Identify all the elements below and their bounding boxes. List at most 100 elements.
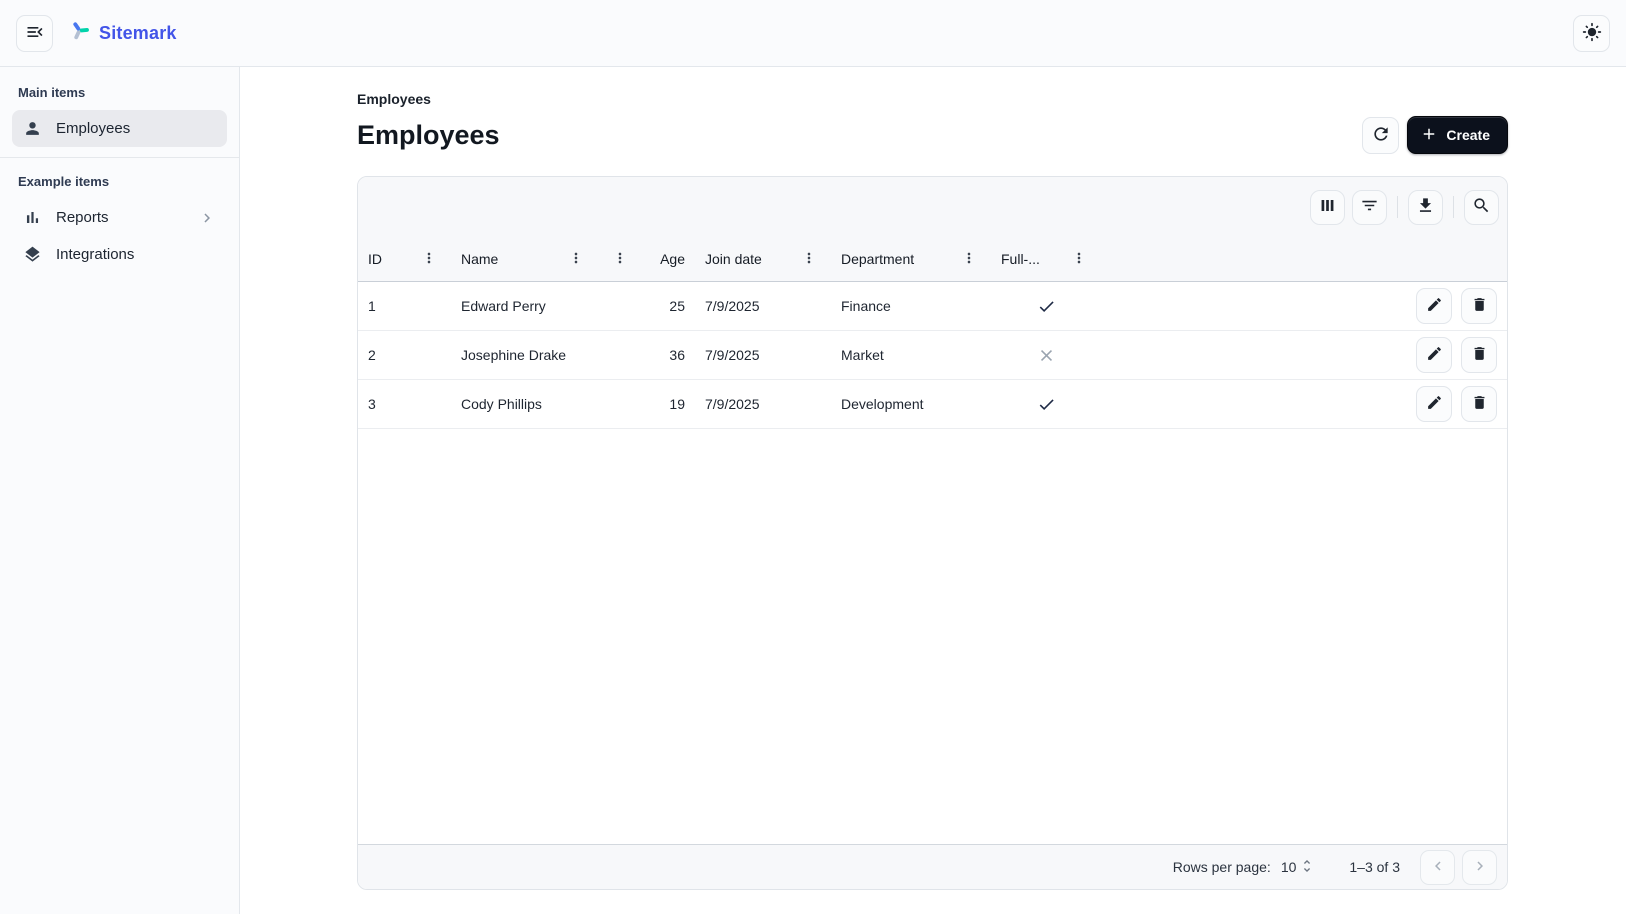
columns-button[interactable] — [1310, 190, 1345, 225]
table-row[interactable]: 2 Josephine Drake 36 7/9/2025 Market — [358, 331, 1507, 380]
cell-age: 19 — [598, 396, 695, 412]
cell-department: Market — [831, 347, 991, 363]
edit-row-button[interactable] — [1416, 386, 1452, 422]
sidebar-item-reports[interactable]: Reports — [12, 199, 227, 236]
unfold-more-icon — [1299, 858, 1315, 877]
column-header-name[interactable]: Name — [451, 237, 598, 281]
column-header-department[interactable]: Department — [831, 237, 991, 281]
cell-id: 2 — [358, 347, 451, 363]
search-button[interactable] — [1464, 190, 1499, 225]
sidebar-item-label: Employees — [56, 120, 130, 137]
plus-icon — [1420, 125, 1438, 146]
main-content: Employees Employees Create — [240, 67, 1626, 914]
edit-row-button[interactable] — [1416, 288, 1452, 324]
kebab-icon — [421, 250, 437, 269]
delete-row-button[interactable] — [1461, 337, 1497, 373]
table-row[interactable]: 3 Cody Phillips 19 7/9/2025 Development — [358, 380, 1507, 429]
cell-age: 25 — [598, 298, 695, 314]
column-header-id[interactable]: ID — [358, 237, 451, 281]
column-menu-button[interactable] — [608, 247, 632, 271]
column-header-actions — [1406, 237, 1507, 281]
app-header: Sitemark — [0, 0, 1626, 67]
filter-icon — [1360, 196, 1379, 218]
close-icon — [1037, 346, 1056, 365]
breadcrumb: Employees — [357, 91, 1508, 107]
pencil-icon — [1426, 345, 1443, 365]
cell-join-date: 7/9/2025 — [695, 298, 831, 314]
brand[interactable]: Sitemark — [69, 20, 177, 46]
download-icon — [1416, 196, 1435, 218]
refresh-icon — [1371, 124, 1391, 147]
create-button[interactable]: Create — [1407, 116, 1508, 154]
sidebar-item-employees[interactable]: Employees — [12, 110, 227, 147]
sidebar-section-example-items: Example items — [12, 170, 227, 199]
column-menu-button[interactable] — [797, 247, 821, 271]
page-title: Employees — [357, 120, 500, 151]
kebab-icon — [961, 250, 977, 269]
delete-row-button[interactable] — [1461, 386, 1497, 422]
column-header-label: ID — [368, 251, 382, 267]
cell-join-date: 7/9/2025 — [695, 347, 831, 363]
check-icon — [1037, 395, 1056, 414]
table-row[interactable]: 1 Edward Perry 25 7/9/2025 Finance — [358, 282, 1507, 331]
column-header-label: Join date — [705, 251, 762, 267]
previous-page-button[interactable] — [1420, 850, 1455, 885]
person-icon — [23, 119, 42, 138]
bar-chart-icon — [23, 208, 42, 227]
grid-toolbar — [358, 177, 1507, 237]
sidebar-divider — [0, 157, 239, 158]
columns-icon — [1318, 196, 1337, 218]
layers-icon — [23, 245, 42, 264]
column-header-join-date[interactable]: Join date — [695, 237, 831, 281]
brand-name: Sitemark — [99, 23, 177, 44]
page-header: Employees Create — [357, 116, 1508, 154]
cell-actions — [1406, 386, 1507, 422]
cell-age: 36 — [598, 347, 695, 363]
toolbar-divider — [1453, 196, 1454, 218]
employees-data-grid: ID Name Age Join date Department Full-..… — [357, 176, 1508, 890]
cell-join-date: 7/9/2025 — [695, 396, 831, 412]
refresh-button[interactable] — [1362, 117, 1399, 154]
filter-button[interactable] — [1352, 190, 1387, 225]
sidebar-collapse-button[interactable] — [16, 15, 53, 52]
edit-row-button[interactable] — [1416, 337, 1452, 373]
cell-department: Finance — [831, 298, 991, 314]
check-icon — [1037, 297, 1056, 316]
column-header-label: Age — [660, 251, 685, 267]
column-header-age[interactable]: Age — [598, 237, 695, 281]
grid-empty-area — [358, 429, 1507, 844]
next-page-button[interactable] — [1462, 850, 1497, 885]
kebab-icon — [801, 250, 817, 269]
rows-per-page-label: Rows per page: — [1173, 859, 1271, 875]
delete-row-button[interactable] — [1461, 288, 1497, 324]
cell-id: 1 — [358, 298, 451, 314]
sidebar-item-integrations[interactable]: Integrations — [12, 236, 227, 273]
column-menu-button[interactable] — [1067, 247, 1091, 271]
cell-full-time — [991, 395, 1101, 414]
trash-icon — [1471, 296, 1488, 316]
column-header-label: Department — [841, 251, 914, 267]
sidebar: Main items Employees Example items Repor… — [0, 67, 240, 914]
menu-open-icon — [25, 22, 45, 45]
grid-header: ID Name Age Join date Department Full-..… — [358, 237, 1507, 282]
kebab-icon — [1071, 250, 1087, 269]
sun-icon — [1582, 22, 1602, 45]
rows-per-page-value: 10 — [1281, 859, 1297, 875]
search-icon — [1472, 196, 1491, 218]
theme-toggle-button[interactable] — [1573, 15, 1610, 52]
cell-department: Development — [831, 396, 991, 412]
column-menu-button[interactable] — [957, 247, 981, 271]
column-menu-button[interactable] — [564, 247, 588, 271]
column-header-full-time[interactable]: Full-... — [991, 237, 1101, 281]
column-header-spacer — [1101, 237, 1406, 281]
chevron-right-icon — [198, 209, 216, 227]
cell-actions — [1406, 337, 1507, 373]
sidebar-section-main-items: Main items — [12, 81, 227, 110]
export-button[interactable] — [1408, 190, 1443, 225]
rows-per-page-select[interactable]: 10 — [1281, 858, 1316, 877]
column-menu-button[interactable] — [417, 247, 441, 271]
page-actions: Create — [1362, 116, 1508, 154]
kebab-icon — [612, 250, 628, 269]
cell-name: Cody Phillips — [451, 396, 598, 412]
cell-name: Edward Perry — [451, 298, 598, 314]
